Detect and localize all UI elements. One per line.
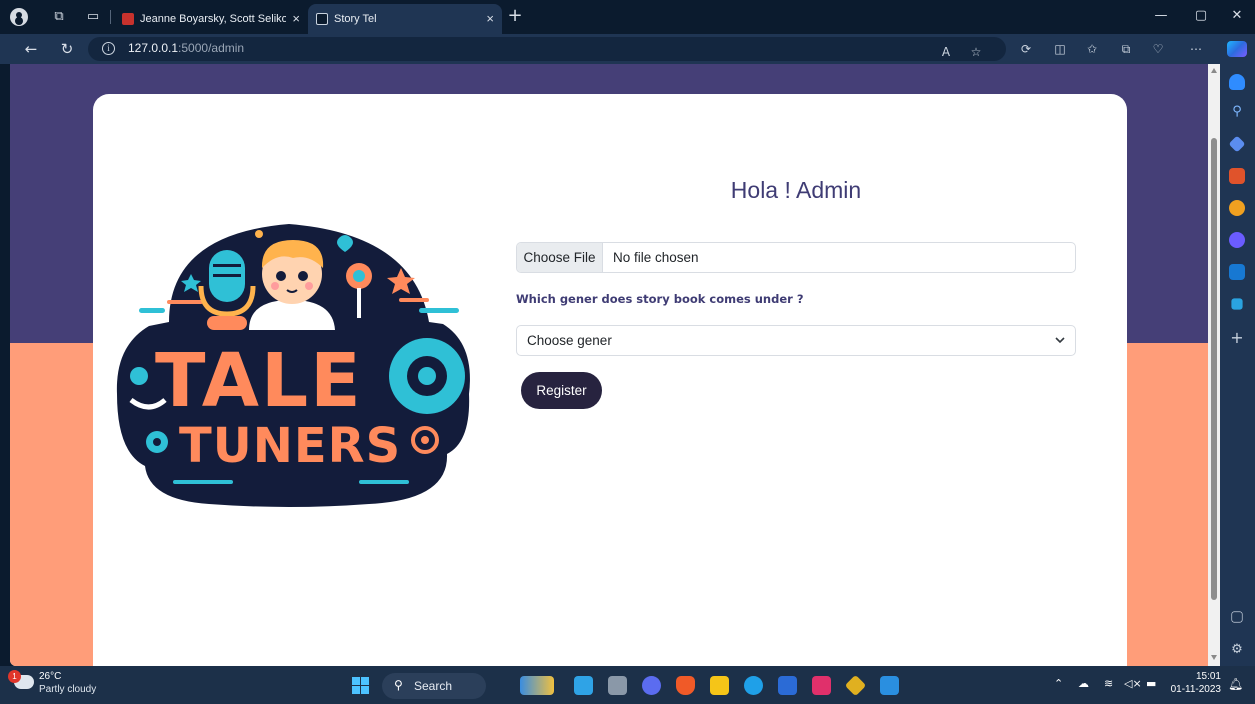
logo-text-tale: TALE bbox=[155, 338, 363, 424]
genre-select[interactable]: Choose gener bbox=[516, 325, 1076, 356]
edge-icon[interactable] bbox=[744, 676, 763, 695]
file-explorer-icon[interactable] bbox=[710, 676, 729, 695]
search-sidebar-icon[interactable]: ⚲ bbox=[1229, 104, 1245, 120]
tab-close-icon[interactable]: × bbox=[292, 4, 300, 34]
file-app-icon[interactable] bbox=[608, 676, 627, 695]
page-viewport: TALE TUNERS Hola ! Admin Choose File No … bbox=[10, 64, 1208, 666]
register-button[interactable]: Register bbox=[521, 372, 602, 409]
tab-actions-icon[interactable]: ▭ bbox=[84, 8, 102, 26]
app-icon[interactable] bbox=[574, 676, 593, 695]
page-scrollbar[interactable] bbox=[1208, 64, 1220, 666]
tab-title: Story Tel bbox=[334, 13, 377, 25]
battery-icon[interactable]: ▬ bbox=[1146, 677, 1156, 690]
weather-condition[interactable]: Partly cloudy bbox=[39, 684, 96, 695]
add-sidebar-app-icon[interactable]: + bbox=[1229, 330, 1245, 346]
tab-divider bbox=[110, 10, 111, 24]
browser-tab-strip: ⧉ ▭ Jeanne Boyarsky, Scott Selikoff - × … bbox=[0, 0, 1255, 34]
scroll-up-arrow-icon[interactable] bbox=[1211, 68, 1217, 73]
tab-title: Jeanne Boyarsky, Scott Selikoff - bbox=[140, 13, 286, 25]
taskbar-search[interactable]: ⚲ Search bbox=[382, 673, 486, 699]
weather-alert-badge: 1 bbox=[8, 670, 21, 683]
sidebar-settings-gear-icon[interactable]: ⚙ bbox=[1229, 642, 1245, 658]
teams-icon[interactable] bbox=[642, 676, 661, 695]
close-window-button[interactable]: ✕ bbox=[1226, 6, 1248, 26]
new-tab-icon[interactable]: + bbox=[506, 7, 524, 26]
store-icon[interactable] bbox=[778, 676, 797, 695]
shopping-tag-icon[interactable] bbox=[1228, 135, 1246, 153]
tab-pdf[interactable]: Jeanne Boyarsky, Scott Selikoff - × bbox=[114, 4, 308, 34]
games-icon[interactable] bbox=[1229, 200, 1245, 216]
page-icon bbox=[316, 13, 328, 25]
windows-start-icon[interactable] bbox=[352, 677, 369, 694]
vscode-icon[interactable] bbox=[880, 676, 899, 695]
copilot-sidebar-icon[interactable] bbox=[1229, 74, 1245, 90]
tab-story-tel[interactable]: Story Tel × bbox=[308, 4, 502, 34]
telegram-icon[interactable] bbox=[1231, 298, 1243, 310]
back-icon[interactable]: ← bbox=[22, 40, 40, 58]
address-bar[interactable]: i 127.0.0.1:5000/admin A ☆ bbox=[88, 37, 1006, 61]
tools-icon[interactable] bbox=[1229, 168, 1245, 184]
search-icon: ⚲ bbox=[394, 678, 403, 692]
extensions-icon[interactable]: ⟳ bbox=[1018, 41, 1034, 57]
windows-taskbar: 1 26°C Partly cloudy ⚲ Search ⌃ ☁ ≋ ◁× ▬… bbox=[0, 666, 1255, 704]
file-status-text: No file chosen bbox=[613, 250, 699, 265]
page-title: Hola ! Admin bbox=[730, 177, 862, 203]
refresh-icon[interactable]: ↻ bbox=[58, 40, 76, 58]
onedrive-cloud-icon[interactable]: ☁ bbox=[1078, 677, 1089, 690]
more-icon[interactable]: ⋯ bbox=[1188, 41, 1204, 57]
collections-icon[interactable]: ⧉ bbox=[1118, 41, 1134, 57]
genre-question-label: Which gener does story book comes under … bbox=[516, 292, 804, 306]
copilot-icon[interactable] bbox=[1227, 41, 1247, 57]
widgets-icon[interactable] bbox=[520, 676, 554, 695]
workspaces-icon[interactable]: ⧉ bbox=[50, 8, 68, 26]
url-host: 127.0.0.1 bbox=[128, 41, 179, 55]
file-upload-input[interactable]: Choose File No file chosen bbox=[516, 242, 1076, 273]
tab-close-icon[interactable]: × bbox=[486, 4, 494, 34]
info-icon[interactable]: i bbox=[102, 42, 115, 55]
notification-bell-icon[interactable]: 🔔︎ bbox=[1228, 677, 1243, 691]
scrollbar-thumb[interactable] bbox=[1211, 138, 1217, 600]
chevron-down-icon bbox=[1055, 337, 1065, 344]
volume-icon[interactable]: ◁× bbox=[1124, 677, 1142, 690]
sidebar-toggle-icon[interactable] bbox=[1231, 611, 1243, 623]
address-toolbar: ← ↻ i 127.0.0.1:5000/admin A ☆ ⟳ ◫ ✩ ⧉ ♡… bbox=[0, 34, 1255, 64]
url-text[interactable]: 127.0.0.1:5000/admin bbox=[128, 41, 244, 55]
scroll-down-arrow-icon[interactable] bbox=[1211, 655, 1217, 660]
favorites-icon[interactable]: ✩ bbox=[1084, 41, 1100, 57]
clock-date[interactable]: 01-11-2023 bbox=[1164, 684, 1221, 695]
url-path: :5000/admin bbox=[178, 41, 245, 55]
logo-text-tuners: TUNERS bbox=[179, 418, 401, 474]
pdf-icon bbox=[122, 13, 134, 25]
minimize-button[interactable]: — bbox=[1150, 6, 1172, 26]
weather-temperature[interactable]: 26°C bbox=[39, 671, 61, 682]
admin-card: TALE TUNERS Hola ! Admin Choose File No … bbox=[93, 94, 1127, 666]
jetbrains-icon[interactable] bbox=[812, 676, 831, 695]
favorite-star-icon[interactable]: ☆ bbox=[968, 44, 984, 60]
read-aloud-icon[interactable]: A bbox=[938, 44, 954, 60]
brave-icon[interactable] bbox=[676, 676, 695, 695]
split-screen-icon[interactable]: ◫ bbox=[1052, 41, 1068, 57]
genre-select-value: Choose gener bbox=[527, 333, 612, 348]
git-icon[interactable] bbox=[844, 674, 867, 697]
microsoft365-icon[interactable] bbox=[1229, 232, 1245, 248]
edge-sidebar: ⚲ + ⚙ bbox=[1220, 64, 1255, 666]
tale-tuners-logo: TALE TUNERS bbox=[116, 224, 470, 507]
wifi-icon[interactable]: ≋ bbox=[1104, 677, 1113, 690]
profile-icon[interactable] bbox=[10, 8, 28, 26]
clock-time[interactable]: 15:01 bbox=[1193, 671, 1221, 682]
maximize-button[interactable]: ▢ bbox=[1190, 6, 1212, 26]
tray-overflow-icon[interactable]: ⌃ bbox=[1054, 677, 1063, 690]
choose-file-button[interactable]: Choose File bbox=[517, 243, 603, 272]
outlook-icon[interactable] bbox=[1229, 264, 1245, 280]
browser-essentials-icon[interactable]: ♡ bbox=[1150, 41, 1166, 57]
taskbar-search-label: Search bbox=[414, 679, 453, 693]
